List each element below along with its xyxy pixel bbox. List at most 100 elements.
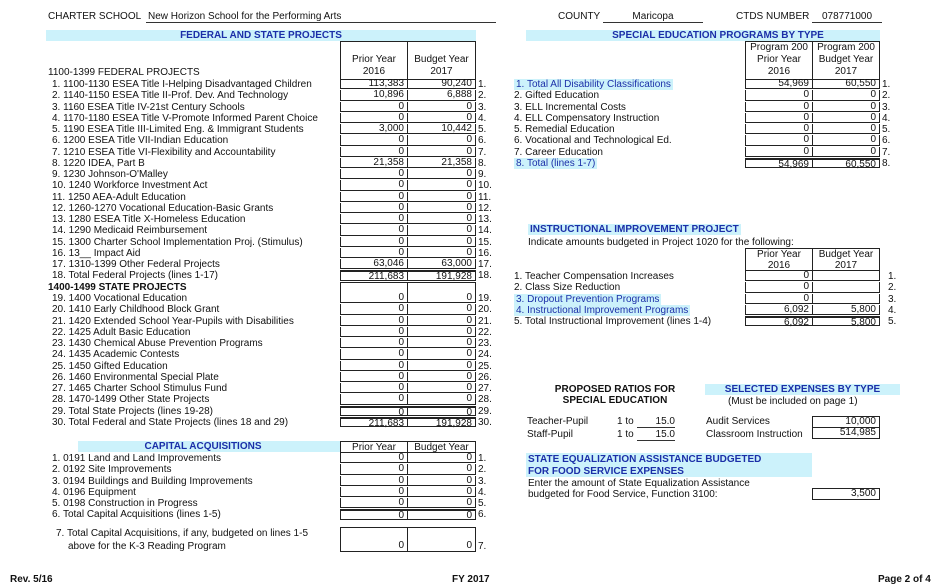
instructional-prior-cell[interactable]: 0 <box>745 282 813 293</box>
federal-budget-cell[interactable]: 0 <box>407 112 476 123</box>
special-ed-budget-cell[interactable]: 0 <box>812 135 880 146</box>
state-prior-cell[interactable]: 211,683 <box>340 416 408 428</box>
special-ed-prior-cell[interactable]: 54,969 <box>745 78 813 90</box>
classroom-instruction-value[interactable]: 514,985 <box>812 427 880 439</box>
federal-budget-cell[interactable]: 0 <box>407 191 476 202</box>
capital-prior-cell[interactable]: 0 <box>340 509 408 521</box>
federal-budget-cell[interactable]: 191,928 <box>407 270 476 282</box>
state-budget-cell[interactable]: 0 <box>407 326 476 337</box>
instructional-budget-cell[interactable]: 5,800 <box>812 316 880 328</box>
federal-budget-cell[interactable]: 0 <box>407 180 476 191</box>
instructional-prior-cell[interactable]: 6,092 <box>745 304 813 315</box>
special-ed-prior-cell[interactable]: 0 <box>745 146 813 157</box>
special-ed-budget-cell[interactable]: 60,550 <box>812 157 880 169</box>
charter-school-field[interactable]: New Horizon School for the Performing Ar… <box>146 11 496 23</box>
special-ed-prior-cell[interactable]: 0 <box>745 112 813 123</box>
capital-budget-cell[interactable]: 0 <box>407 497 476 509</box>
federal-prior-cell[interactable]: 113,383 <box>340 78 408 90</box>
federal-prior-cell[interactable]: 0 <box>340 135 408 146</box>
instructional-budget-cell[interactable] <box>812 293 880 304</box>
federal-prior-cell[interactable]: 0 <box>340 247 408 258</box>
federal-budget-cell[interactable]: 0 <box>407 213 476 225</box>
state-prior-cell[interactable]: 0 <box>340 371 408 382</box>
state-budget-cell[interactable]: 0 <box>407 405 476 417</box>
federal-prior-cell[interactable]: 0 <box>340 202 408 213</box>
capital-prior-cell[interactable]: 0 <box>340 497 408 509</box>
federal-budget-cell[interactable]: 0 <box>407 146 476 157</box>
capital-budget-cell[interactable]: 0 <box>407 509 476 521</box>
special-ed-prior-cell[interactable]: 0 <box>745 135 813 146</box>
state-budget-cell[interactable]: 0 <box>407 382 476 394</box>
state-budget-cell[interactable]: 0 <box>407 360 476 371</box>
federal-prior-cell[interactable]: 0 <box>340 225 408 236</box>
federal-prior-cell[interactable]: 0 <box>340 180 408 191</box>
federal-budget-cell[interactable]: 0 <box>407 202 476 213</box>
capital-prior-cell[interactable]: 0 <box>340 452 408 464</box>
instructional-prior-cell[interactable]: 0 <box>745 270 813 282</box>
special-ed-prior-cell[interactable]: 0 <box>745 90 813 101</box>
capital-budget-cell[interactable]: 0 <box>407 486 476 497</box>
federal-budget-cell[interactable]: 0 <box>407 101 476 112</box>
food-service-value[interactable]: 3,500 <box>812 488 880 500</box>
federal-budget-cell[interactable]: 0 <box>407 225 476 236</box>
k3-budget-cell[interactable]: 0 <box>407 527 476 552</box>
instructional-budget-cell[interactable] <box>812 271 880 282</box>
federal-budget-cell[interactable]: 10,442 <box>407 123 476 135</box>
federal-prior-cell[interactable]: 0 <box>340 213 408 225</box>
federal-prior-cell[interactable]: 63,046 <box>340 258 408 270</box>
federal-prior-cell[interactable]: 211,683 <box>340 270 408 282</box>
federal-budget-cell[interactable]: 21,358 <box>407 157 476 168</box>
state-prior-cell[interactable]: 0 <box>340 360 408 371</box>
state-prior-cell[interactable]: 0 <box>340 349 408 360</box>
capital-budget-cell[interactable]: 0 <box>407 475 476 486</box>
special-ed-budget-cell[interactable]: 0 <box>812 101 880 112</box>
state-prior-cell[interactable]: 0 <box>340 292 408 304</box>
state-prior-cell[interactable]: 0 <box>340 315 408 326</box>
special-ed-prior-cell[interactable]: 54,969 <box>745 157 813 169</box>
federal-prior-cell[interactable]: 0 <box>340 236 408 247</box>
federal-prior-cell[interactable]: 21,358 <box>340 157 408 168</box>
state-budget-cell[interactable]: 0 <box>407 292 476 304</box>
k3-prior-cell[interactable]: 0 <box>340 527 408 552</box>
ratio-staff-value[interactable]: 15.0 <box>637 429 675 441</box>
federal-prior-cell[interactable]: 0 <box>340 168 408 180</box>
special-ed-prior-cell[interactable]: 0 <box>745 101 813 112</box>
state-prior-cell[interactable]: 0 <box>340 337 408 349</box>
state-budget-cell[interactable]: 0 <box>407 337 476 349</box>
instructional-budget-cell[interactable] <box>812 282 880 293</box>
special-ed-budget-cell[interactable]: 0 <box>812 112 880 123</box>
state-budget-cell[interactable]: 0 <box>407 315 476 326</box>
federal-budget-cell[interactable]: 0 <box>407 135 476 146</box>
capital-prior-cell[interactable]: 0 <box>340 486 408 497</box>
federal-budget-cell[interactable]: 0 <box>407 236 476 247</box>
special-ed-budget-cell[interactable]: 0 <box>812 123 880 135</box>
federal-budget-cell[interactable]: 0 <box>407 168 476 180</box>
federal-prior-cell[interactable]: 0 <box>340 191 408 202</box>
federal-prior-cell[interactable]: 3,000 <box>340 123 408 135</box>
federal-prior-cell[interactable]: 0 <box>340 112 408 123</box>
federal-budget-cell[interactable]: 63,000 <box>407 258 476 270</box>
capital-budget-cell[interactable]: 0 <box>407 464 476 475</box>
state-prior-cell[interactable]: 0 <box>340 382 408 394</box>
capital-prior-cell[interactable]: 0 <box>340 475 408 486</box>
federal-budget-cell[interactable]: 6,888 <box>407 90 476 101</box>
special-ed-budget-cell[interactable]: 0 <box>812 90 880 101</box>
capital-prior-cell[interactable]: 0 <box>340 464 408 475</box>
instructional-budget-cell[interactable]: 5,800 <box>812 304 880 315</box>
state-prior-cell[interactable]: 0 <box>340 405 408 417</box>
state-prior-cell[interactable]: 0 <box>340 326 408 337</box>
instructional-prior-cell[interactable]: 0 <box>745 293 813 304</box>
state-prior-cell[interactable]: 0 <box>340 394 408 405</box>
special-ed-prior-cell[interactable]: 0 <box>745 123 813 135</box>
state-budget-cell[interactable]: 0 <box>407 349 476 360</box>
county-field[interactable]: Maricopa <box>603 11 703 23</box>
special-ed-budget-cell[interactable]: 60,550 <box>812 78 880 90</box>
state-budget-cell[interactable]: 0 <box>407 371 476 382</box>
federal-budget-cell[interactable]: 0 <box>407 247 476 258</box>
special-ed-budget-cell[interactable]: 0 <box>812 146 880 157</box>
ctds-field[interactable]: 078771000 <box>812 11 882 23</box>
state-prior-cell[interactable]: 0 <box>340 304 408 315</box>
state-budget-cell[interactable]: 191,928 <box>407 416 476 428</box>
state-budget-cell[interactable]: 0 <box>407 304 476 315</box>
ratio-teacher-value[interactable]: 15.0 <box>637 416 675 428</box>
